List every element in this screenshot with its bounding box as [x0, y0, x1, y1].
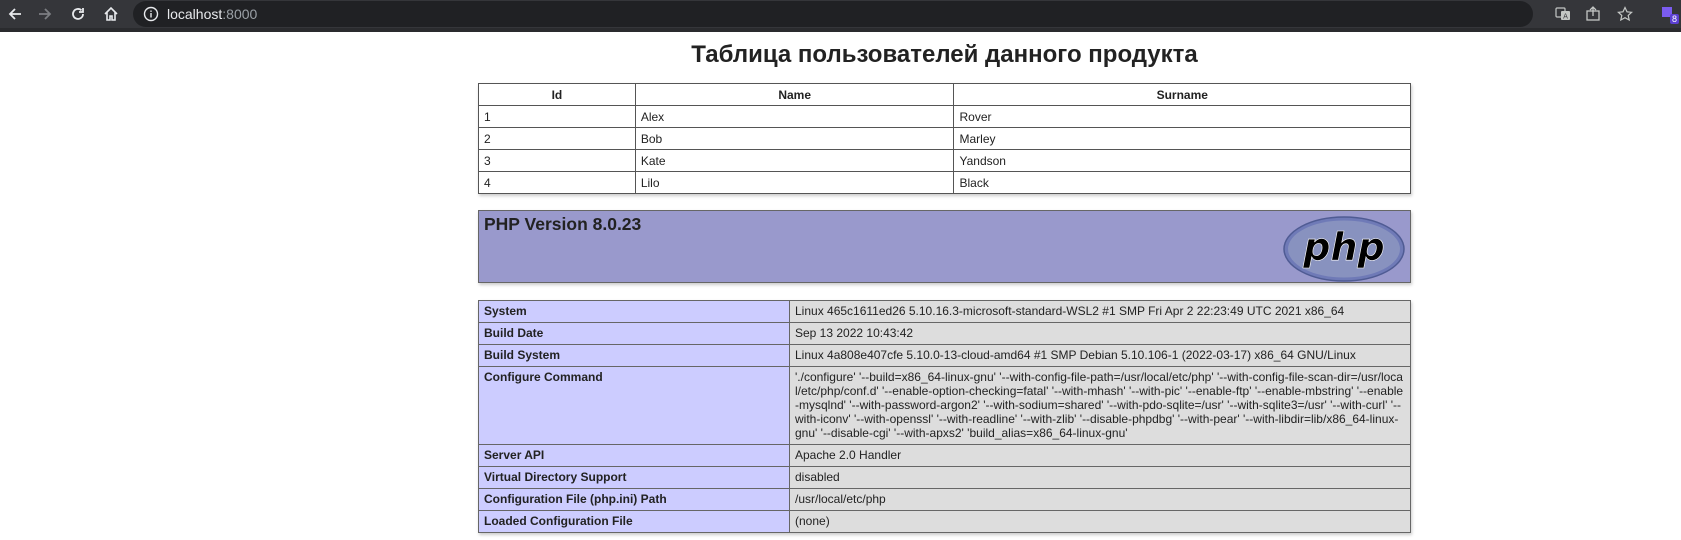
phpinfo-key: System — [478, 300, 790, 323]
forward-arrow-icon — [39, 8, 52, 20]
share-icon — [1586, 6, 1600, 21]
reload-icon — [72, 8, 84, 20]
user-name-cell: Alex — [634, 105, 955, 128]
php-version-header: PHP Version 8.0.23 php — [478, 210, 1411, 283]
extension-badge-count: 8 — [1669, 14, 1679, 24]
user-surname-cell: Yandson — [953, 149, 1411, 172]
user-surname-cell: Black — [953, 171, 1411, 194]
phpinfo-row: Build Date Sep 13 2022 10:43:42 — [478, 322, 1411, 345]
user-name-cell: Bob — [634, 127, 955, 150]
column-header-surname: Surname — [953, 83, 1411, 106]
phpinfo-key: Configuration File (php.ini) Path — [478, 488, 790, 511]
table-row: 4 Lilo Black — [478, 171, 1411, 194]
phpinfo-row: Server API Apache 2.0 Handler — [478, 444, 1411, 467]
svg-text:A: A — [1563, 13, 1568, 21]
url-host: localhost — [167, 6, 223, 22]
php-logo-text: php — [1302, 225, 1384, 269]
phpinfo-value: Linux 465c1611ed26 5.10.16.3-microsoft-s… — [789, 300, 1411, 323]
table-row: 2 Bob Marley — [478, 127, 1411, 150]
translate-button[interactable]: A — [1553, 4, 1573, 24]
share-button[interactable] — [1583, 4, 1603, 24]
table-row: 1 Alex Rover — [478, 105, 1411, 128]
user-id-cell: 1 — [478, 105, 636, 128]
user-name-cell: Kate — [634, 149, 955, 172]
phpinfo-value: Apache 2.0 Handler — [789, 444, 1411, 467]
url-text: localhost:8000 — [167, 6, 257, 22]
phpinfo-row: Build System Linux 4a808e407cfe 5.10.0-1… — [478, 344, 1411, 367]
php-logo[interactable]: php — [1283, 216, 1405, 282]
browser-toolbar: localhost:8000 A 8 — [0, 0, 1681, 32]
users-table: Id Name Surname 1 Alex Rover 2 Bob Marle… — [478, 83, 1411, 194]
phpinfo-value: /usr/local/etc/php — [789, 488, 1411, 511]
bookmark-button[interactable] — [1615, 4, 1635, 24]
url-port: :8000 — [222, 6, 258, 22]
phpinfo-row: Configure Command './configure' '--build… — [478, 366, 1411, 445]
phpinfo-value: Sep 13 2022 10:43:42 — [789, 322, 1411, 345]
reload-button[interactable] — [63, 0, 93, 28]
site-info-icon[interactable] — [143, 6, 159, 22]
page-content: Таблица пользователей данного продукта I… — [478, 32, 1411, 533]
back-button[interactable] — [0, 0, 30, 28]
user-name-cell: Lilo — [634, 171, 955, 194]
address-bar[interactable]: localhost:8000 — [133, 1, 1533, 27]
forward-button[interactable] — [30, 0, 60, 28]
phpinfo-value: Linux 4a808e407cfe 5.10.0-13-cloud-amd64… — [789, 344, 1411, 367]
column-header-id: Id — [478, 83, 636, 106]
phpinfo-key: Configure Command — [478, 366, 790, 445]
phpinfo-key: Virtual Directory Support — [478, 466, 790, 489]
phpinfo-row: System Linux 465c1611ed26 5.10.16.3-micr… — [478, 300, 1411, 323]
user-surname-cell: Rover — [953, 105, 1411, 128]
phpinfo-key: Build Date — [478, 322, 790, 345]
table-row: 3 Kate Yandson — [478, 149, 1411, 172]
phpinfo-row: Configuration File (php.ini) Path /usr/l… — [478, 488, 1411, 511]
users-table-header-row: Id Name Surname — [478, 83, 1411, 106]
phpinfo-table: System Linux 465c1611ed26 5.10.16.3-micr… — [478, 300, 1411, 533]
back-arrow-icon — [8, 8, 21, 20]
column-header-name: Name — [634, 83, 955, 106]
phpinfo-value: disabled — [789, 466, 1411, 489]
user-id-cell: 2 — [478, 127, 636, 150]
home-button[interactable] — [96, 0, 126, 28]
home-icon — [104, 6, 118, 21]
phpinfo-key: Server API — [478, 444, 790, 467]
translate-icon: A — [1555, 7, 1570, 21]
phpinfo-key: Loaded Configuration File — [478, 510, 790, 533]
user-id-cell: 4 — [478, 171, 636, 194]
extension-button[interactable]: 8 — [1659, 2, 1679, 26]
user-id-cell: 3 — [478, 149, 636, 172]
phpinfo-row: Loaded Configuration File (none) — [478, 510, 1411, 533]
user-surname-cell: Marley — [953, 127, 1411, 150]
phpinfo-value: './configure' '--build=x86_64-linux-gnu'… — [789, 366, 1411, 445]
phpinfo-row: Virtual Directory Support disabled — [478, 466, 1411, 489]
phpinfo-value: (none) — [789, 510, 1411, 533]
star-icon — [1617, 6, 1633, 22]
php-version-title: PHP Version 8.0.23 — [484, 214, 642, 234]
phpinfo-key: Build System — [478, 344, 790, 367]
page-title: Таблица пользователей данного продукта — [691, 41, 1198, 68]
